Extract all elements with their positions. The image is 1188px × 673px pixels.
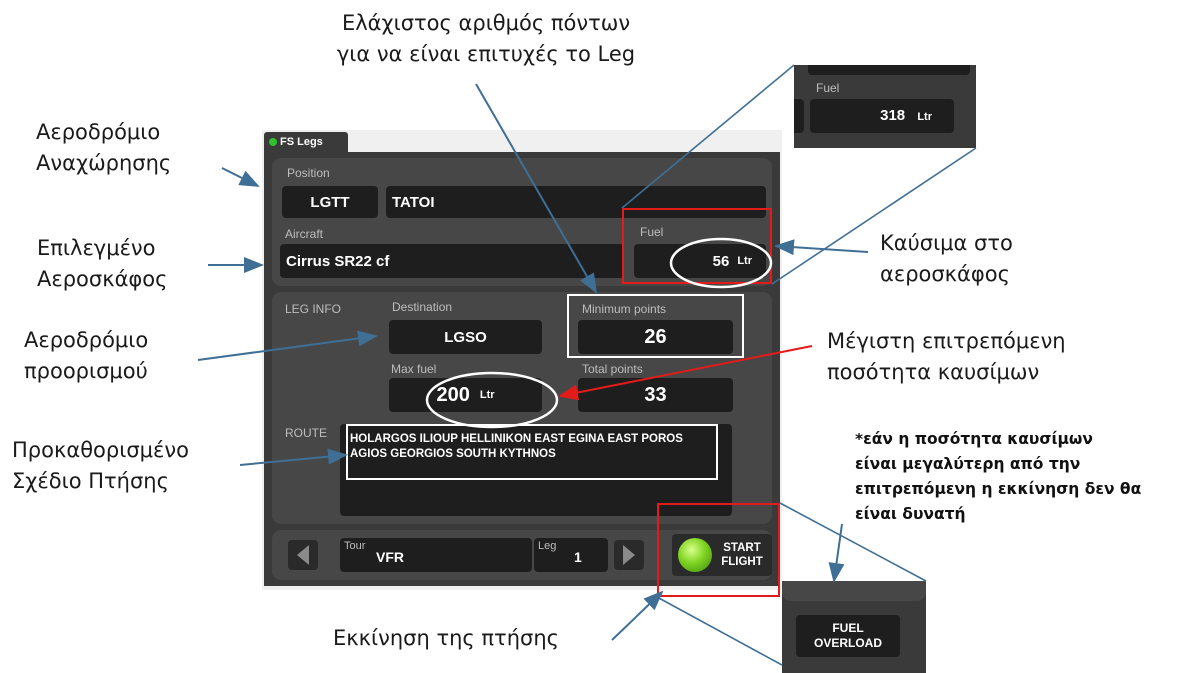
annotation-lines: [197, 64, 977, 666]
